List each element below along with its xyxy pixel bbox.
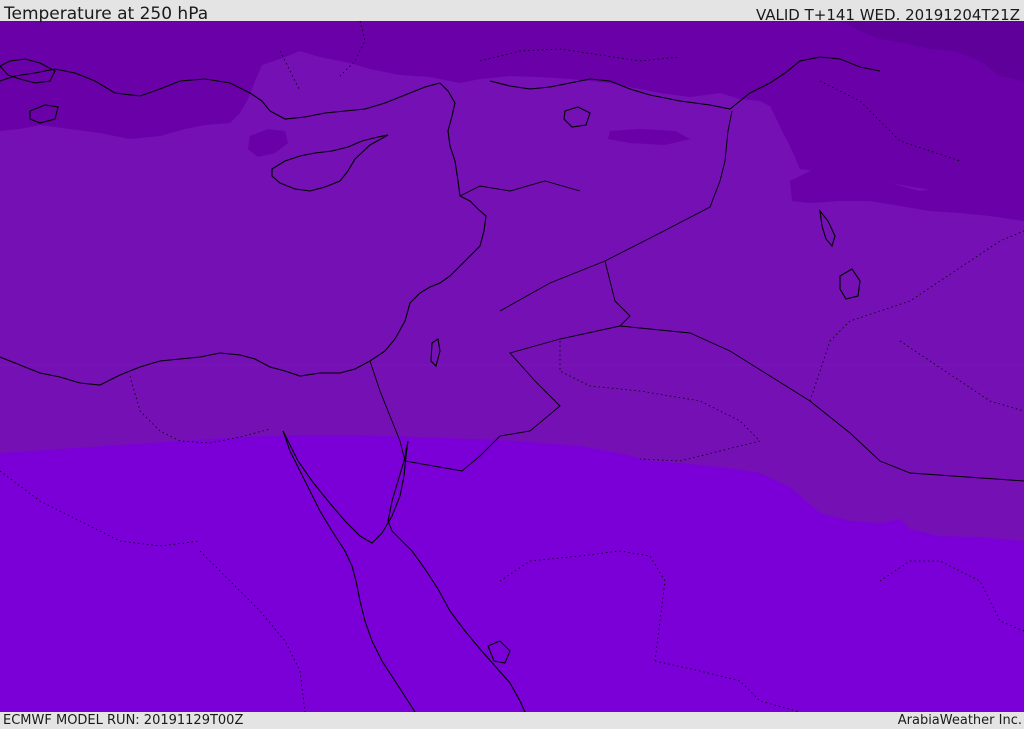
map-canvas	[0, 21, 1024, 712]
temperature-map[interactable]	[0, 21, 1024, 712]
credit-label: ArabiaWeather Inc.	[897, 713, 1022, 728]
model-run-label: ECMWF MODEL RUN: 20191129T00Z	[3, 713, 244, 728]
map-header: Temperature at 250 hPa VALID T+141 WED. …	[0, 0, 1024, 24]
map-title: Temperature at 250 hPa	[4, 4, 209, 24]
map-footer: ECMWF MODEL RUN: 20191129T00Z ArabiaWeat…	[0, 712, 1024, 729]
valid-time-label: VALID T+141 WED. 20191204T21Z	[755, 6, 1020, 24]
